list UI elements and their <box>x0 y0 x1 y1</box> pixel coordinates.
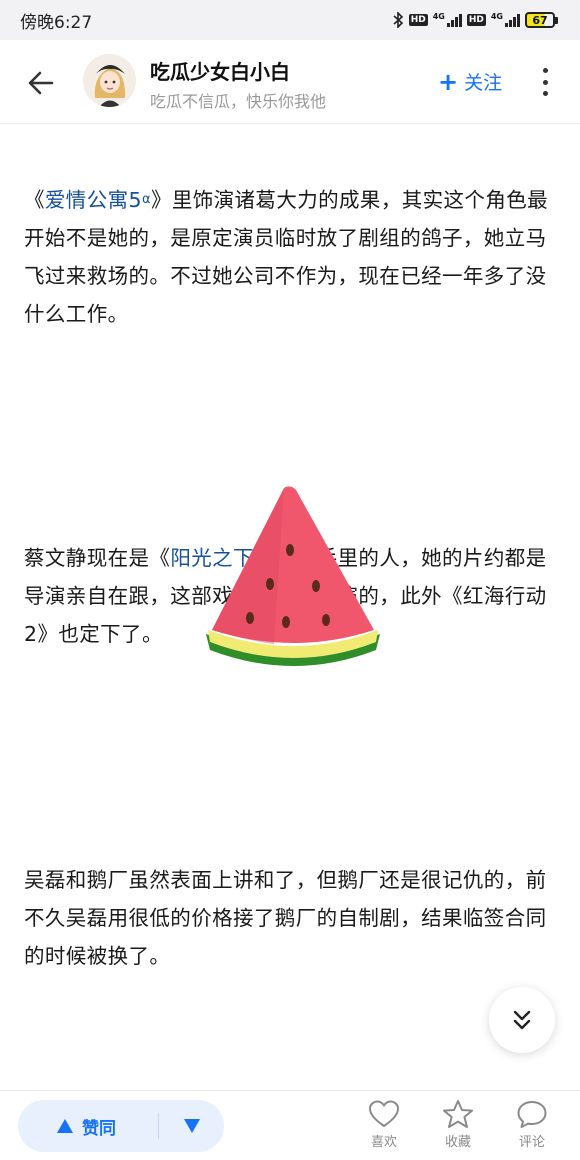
watermelon-icon <box>206 486 380 666</box>
status-time: 傍晚6:27 <box>20 12 93 33</box>
network-type-2: 4G <box>490 12 503 21</box>
article-header: 吃瓜少女白小白 吃瓜不信瓜，快乐你我他 + 关注 <box>0 40 580 124</box>
article-paragraph-3: 吴磊和鹅厂虽然表面上讲和了，但鹅厂还是很记仇的，前不久吴磊用很低的价格接了鹅厂的… <box>24 868 547 968</box>
scroll-down-button[interactable] <box>489 987 555 1053</box>
upvote-button[interactable]: 赞同 <box>18 1114 158 1139</box>
hd-badge-2: HD <box>466 14 486 26</box>
follow-label: 关注 <box>464 72 503 94</box>
double-chevron-down-icon <box>513 1010 531 1030</box>
signal-icon <box>446 13 462 27</box>
back-arrow-icon[interactable] <box>26 68 56 98</box>
comment-label: 评论 <box>518 1135 545 1150</box>
avatar-image <box>83 54 136 107</box>
battery-icon: 67 <box>525 12 558 28</box>
bluetooth-icon <box>393 12 403 28</box>
upvote-label: 赞同 <box>82 1118 116 1139</box>
bottom-action-bar: 赞同 喜欢 收藏 评论 <box>0 1090 580 1160</box>
collect-button[interactable]: 收藏 <box>428 1099 488 1150</box>
status-bar: 傍晚6:27 HD 4G HD 4G 67 <box>0 0 580 40</box>
more-menu-icon[interactable] <box>538 68 552 96</box>
network-type-1: 4G <box>432 12 445 21</box>
collect-label: 收藏 <box>444 1135 471 1150</box>
star-icon <box>443 1100 473 1128</box>
triangle-down-icon <box>183 1119 200 1133</box>
author-bio: 吃瓜不信瓜，快乐你我他 <box>150 92 327 111</box>
hd-badge: HD <box>408 14 428 26</box>
follow-button[interactable]: + 关注 <box>438 68 502 95</box>
link-badge-icon: α <box>141 192 151 207</box>
comment-button[interactable]: 评论 <box>502 1099 562 1150</box>
status-icons: HD 4G HD 4G 67 <box>392 12 558 28</box>
battery-level: 67 <box>525 12 555 28</box>
comment-bubble-icon <box>517 1101 547 1128</box>
triangle-up-icon <box>57 1119 73 1133</box>
avatar[interactable] <box>83 54 136 107</box>
author-name[interactable]: 吃瓜少女白小白 <box>150 56 290 85</box>
like-label: 喜欢 <box>370 1135 397 1150</box>
downvote-button[interactable] <box>159 1118 224 1134</box>
vote-control: 赞同 <box>18 1100 224 1152</box>
article-paragraph-1: 《爱情公寓5α》里饰演诸葛大力的成果，其实这个角色最开始不是她的，是原定演员临时… <box>24 188 549 326</box>
like-button[interactable]: 喜欢 <box>354 1099 414 1150</box>
heart-icon <box>368 1100 400 1128</box>
link-aiqing-gongyu[interactable]: 爱情公寓5 <box>45 188 142 212</box>
signal-icon-2 <box>505 13 520 27</box>
plus-icon: + <box>438 67 459 96</box>
